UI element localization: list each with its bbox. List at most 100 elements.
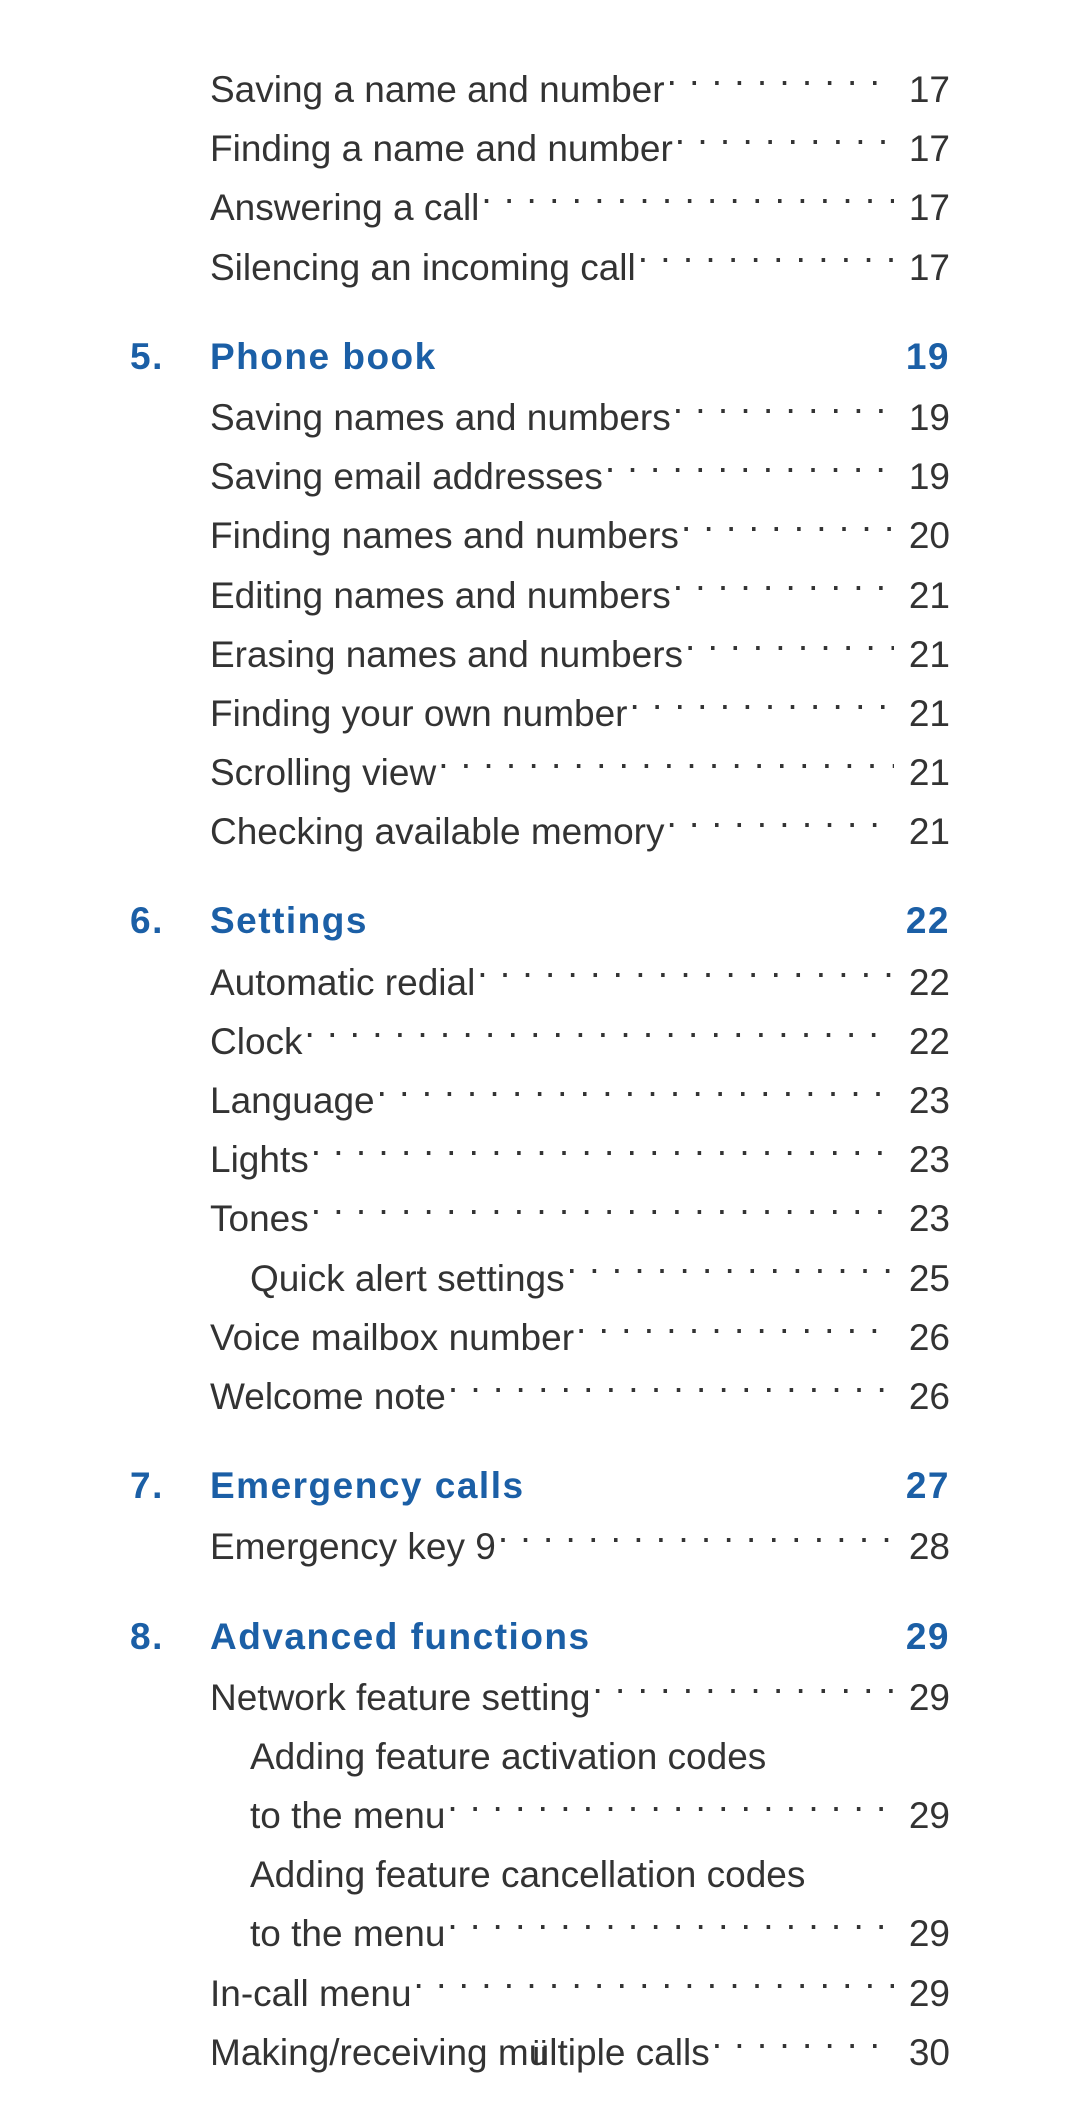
entry-title: Automatic redial xyxy=(210,953,475,1012)
toc-entry: Finding names and numbers 20 xyxy=(130,506,950,565)
toc-entry: Checking available memory 21 xyxy=(130,802,950,861)
entry-title: Network feature setting xyxy=(210,1668,590,1727)
section-page: 19 xyxy=(900,327,950,386)
entry-title: Finding names and numbers xyxy=(210,506,679,565)
dot-leader xyxy=(311,1135,894,1172)
toc-entry: Answering a call 17 xyxy=(130,178,950,237)
dot-leader xyxy=(673,393,894,430)
entry-page: 29 xyxy=(900,1668,950,1727)
toc-entry: Finding a name and number 17 xyxy=(130,119,950,178)
section-page: 22 xyxy=(900,891,950,950)
section-page: 29 xyxy=(900,1607,950,1666)
toc-subentry: Adding feature activation codes xyxy=(170,1727,950,1786)
entry-page: 19 xyxy=(900,447,950,506)
page-number: ii xyxy=(0,2035,1080,2074)
entry-title: Lights xyxy=(210,1130,309,1189)
section-title: Phone book xyxy=(210,327,437,386)
table-of-contents: Saving a name and number 17 Finding a na… xyxy=(130,60,950,2082)
entry-page: 22 xyxy=(900,1012,950,1071)
entry-page: 17 xyxy=(900,238,950,297)
entry-title: Scrolling view xyxy=(210,743,436,802)
toc-entry: Network feature setting 29 xyxy=(130,1668,950,1727)
toc-entry: Welcome note 26 xyxy=(130,1367,950,1426)
dot-leader xyxy=(673,571,894,608)
entry-title: Saving a name and number xyxy=(210,60,665,119)
dot-leader xyxy=(675,124,894,161)
section-title: Emergency calls xyxy=(210,1456,525,1515)
entry-title: Clock xyxy=(210,1012,303,1071)
dot-leader xyxy=(377,1076,894,1113)
toc-section-heading: 8. Advanced functions 29 xyxy=(130,1607,950,1666)
dot-leader xyxy=(630,689,895,726)
dot-leader xyxy=(311,1194,894,1231)
dot-leader xyxy=(447,1791,894,1828)
dot-leader xyxy=(576,1313,894,1350)
dot-leader xyxy=(448,1372,894,1409)
toc-section-heading: 6. Settings 22 xyxy=(130,891,950,950)
entry-page: 26 xyxy=(900,1367,950,1426)
toc-entry: Automatic redial 22 xyxy=(130,953,950,1012)
entry-page: 21 xyxy=(900,802,950,861)
entry-title: Editing names and numbers xyxy=(210,566,671,625)
toc-entry: Scrolling view 21 xyxy=(130,743,950,802)
toc-entry: Erasing names and numbers21 xyxy=(130,625,950,684)
toc-entry: Saving names and numbers 19 xyxy=(130,388,950,447)
entry-page: 29 xyxy=(900,1904,950,1963)
entry-title: Welcome note xyxy=(210,1367,446,1426)
toc-subentry-continuation: to the menu 29 xyxy=(170,1904,950,1963)
entry-page: 22 xyxy=(900,953,950,1012)
section-number: 6. xyxy=(130,891,210,950)
toc-section-heading: 7. Emergency calls 27 xyxy=(130,1456,950,1515)
toc-entry: Saving a name and number 17 xyxy=(130,60,950,119)
toc-entry: Emergency key 9 28 xyxy=(130,1517,950,1576)
section-title: Advanced functions xyxy=(210,1607,591,1666)
toc-entry: Finding your own number21 xyxy=(130,684,950,743)
dot-leader xyxy=(685,630,894,667)
section-page: 27 xyxy=(900,1456,950,1515)
entry-title: Language xyxy=(210,1071,375,1130)
entry-page: 21 xyxy=(900,566,950,625)
dot-leader xyxy=(447,1909,894,1946)
entry-page: 21 xyxy=(900,684,950,743)
toc-entry: Tones 23 xyxy=(130,1189,950,1248)
entry-title: Silencing an incoming call xyxy=(210,238,636,297)
toc-entry: Saving email addresses19 xyxy=(130,447,950,506)
entry-page: 28 xyxy=(900,1517,950,1576)
dot-leader xyxy=(414,1969,894,2006)
dot-leader xyxy=(681,511,894,548)
entry-title: Emergency key 9 xyxy=(210,1517,496,1576)
section-number: 7. xyxy=(130,1456,210,1515)
dot-leader xyxy=(481,183,894,220)
entry-title: to the menu xyxy=(250,1904,445,1963)
entry-page: 23 xyxy=(900,1130,950,1189)
entry-title: Tones xyxy=(210,1189,309,1248)
toc-entry: Language23 xyxy=(130,1071,950,1130)
entry-title: Quick alert settings xyxy=(250,1249,565,1308)
section-number: 5. xyxy=(130,327,210,386)
entry-page: 17 xyxy=(900,60,950,119)
dot-leader xyxy=(438,748,894,785)
toc-entry: Silencing an incoming call 17 xyxy=(130,238,950,297)
dot-leader xyxy=(498,1522,894,1559)
dot-leader xyxy=(605,452,894,489)
entry-title: Checking available memory xyxy=(210,802,664,861)
toc-subentry: Quick alert settings25 xyxy=(170,1249,950,1308)
entry-page: 20 xyxy=(900,506,950,565)
entry-page: 23 xyxy=(900,1189,950,1248)
page: Saving a name and number 17 Finding a na… xyxy=(0,0,1080,2122)
dot-leader xyxy=(567,1254,894,1291)
entry-title: Answering a call xyxy=(210,178,479,237)
dot-leader xyxy=(638,243,894,280)
entry-title: Adding feature cancellation codes xyxy=(250,1845,805,1904)
entry-title: Adding feature activation codes xyxy=(250,1727,766,1786)
entry-page: 21 xyxy=(900,625,950,684)
entry-page: 29 xyxy=(900,1786,950,1845)
entry-title: Finding a name and number xyxy=(210,119,673,178)
toc-entry: Clock 22 xyxy=(130,1012,950,1071)
toc-entry: Lights 23 xyxy=(130,1130,950,1189)
entry-page: 19 xyxy=(900,388,950,447)
entry-title: Saving names and numbers xyxy=(210,388,671,447)
dot-leader xyxy=(666,807,894,844)
entry-title: Voice mailbox number xyxy=(210,1308,574,1367)
entry-page: 21 xyxy=(900,743,950,802)
